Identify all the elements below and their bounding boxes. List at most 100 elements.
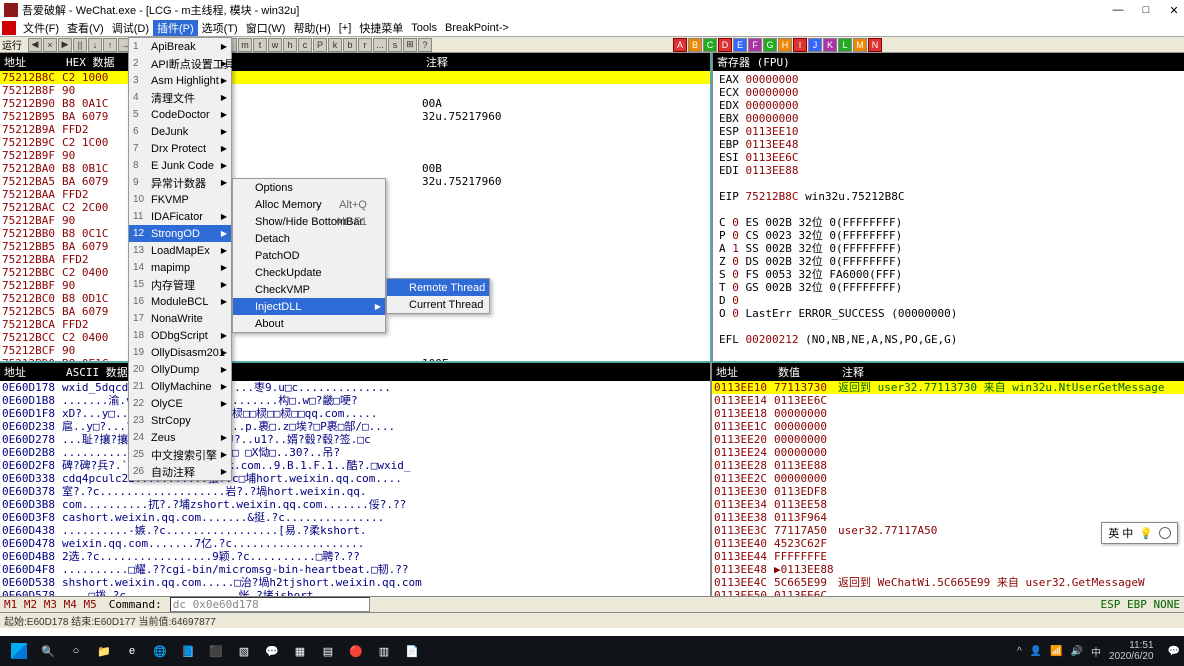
menu-item[interactable]: 23StrCopy	[129, 412, 231, 429]
disasm-row[interactable]: 75212B9C C2 1C00	[0, 136, 710, 149]
gear-icon[interactable]	[1159, 527, 1171, 539]
command-input[interactable]	[170, 597, 370, 612]
stack-row[interactable]: 0113EE4C5C665E99返回到 WeChatWi.5C665E99 来自…	[712, 576, 1184, 589]
toolbar-btn-1[interactable]: ×	[43, 38, 57, 52]
disasm-row[interactable]: 75212BA0 B8 0B1C00B	[0, 162, 710, 175]
toolbar-btn-24[interactable]: s	[388, 38, 402, 52]
toolbar-rbtn-11[interactable]: L	[838, 38, 852, 52]
disasm-row[interactable]: 75212B8C C2 1000	[0, 71, 710, 84]
dump-row[interactable]: 0E60D3B8com..........扤?.?埔zshort.weixin.…	[0, 498, 710, 511]
toolbar-btn-22[interactable]: r	[358, 38, 372, 52]
disasm-row[interactable]: 75212B9A FFD2	[0, 123, 710, 136]
menu-view[interactable]: 查看(V)	[63, 20, 108, 36]
toolbar-rbtn-10[interactable]: K	[823, 38, 837, 52]
stack-row[interactable]: 0113EE44FFFFFFFE	[712, 550, 1184, 563]
menu-item[interactable]: 12StrongOD▶	[129, 225, 231, 242]
notifications-icon[interactable]: 💬	[1168, 646, 1180, 657]
stack-row[interactable]: 0113EE1800000000	[712, 407, 1184, 420]
stack-row[interactable]: 0113EE340113EE58	[712, 498, 1184, 511]
toolbar-btn-16[interactable]: w	[268, 38, 282, 52]
menu-item[interactable]: 4清理文件▶	[129, 89, 231, 106]
toolbar-btn-3[interactable]: ||	[73, 38, 87, 52]
stack-row[interactable]: 0113EE2400000000	[712, 446, 1184, 459]
menu-item[interactable]: CheckVMP	[233, 281, 385, 298]
menu-item[interactable]: About	[233, 315, 385, 332]
tray-up-icon[interactable]: ^	[1017, 646, 1022, 657]
taskbar-app2[interactable]: ⬛	[202, 637, 230, 665]
toolbar-rbtn-0[interactable]: A	[673, 38, 687, 52]
dump-row[interactable]: 0E60D2F8碑?碑?兵?.`□?舰□□舰□□舰□□□ok.com..9.B.…	[0, 459, 710, 472]
menu-options[interactable]: 选项(T)	[198, 20, 242, 36]
menu-item[interactable]: 7Drx Protect▶	[129, 140, 231, 157]
dump-row[interactable]: 0E60D278...耻?攘?攘?黍□.[□埔H? 潜□PJ?..u1?..婿?…	[0, 433, 710, 446]
stack-row[interactable]: 0113EE2000000000	[712, 433, 1184, 446]
toolbar-rbtn-7[interactable]: H	[778, 38, 792, 52]
menu-item[interactable]: 17NonaWrite	[129, 310, 231, 327]
menu-item[interactable]: Current Thread	[387, 296, 489, 313]
menu-item[interactable]: 9异常计数器▶	[129, 174, 231, 191]
menu-item[interactable]: 21OllyMachine▶	[129, 378, 231, 395]
toolbar-btn-14[interactable]: m	[238, 38, 252, 52]
taskbar-app3[interactable]: ▦	[286, 637, 314, 665]
toolbar-rbtn-13[interactable]: N	[868, 38, 882, 52]
toolbar-btn-4[interactable]: ↓	[88, 38, 102, 52]
toolbar-btn-5[interactable]: ↑	[103, 38, 117, 52]
toolbar-rbtn-1[interactable]: B	[688, 38, 702, 52]
menu-plugins[interactable]: 插件(P)	[153, 20, 198, 36]
toolbar-rbtn-6[interactable]: G	[763, 38, 777, 52]
taskbar-explorer[interactable]: 📁	[90, 637, 118, 665]
menu-item[interactable]: Options	[233, 179, 385, 196]
dump-row[interactable]: 0E60D578....□拨.?c.................怅.?堵js…	[0, 589, 710, 596]
menu-item[interactable]: CheckUpdate	[233, 264, 385, 281]
tray-ime[interactable]: 中	[1091, 644, 1101, 659]
menu-item[interactable]: 25中文搜索引擎▶	[129, 446, 231, 463]
menu-item[interactable]: 8E Junk Code▶	[129, 157, 231, 174]
toolbar-btn-21[interactable]: b	[343, 38, 357, 52]
menu-item[interactable]: InjectDLL▶	[233, 298, 385, 315]
taskbar-app7[interactable]: 📄	[398, 637, 426, 665]
menu-item[interactable]: 13LoadMapEx▶	[129, 242, 231, 259]
menu-item[interactable]: Show/Hide BottomBarAlt+F1	[233, 213, 385, 230]
close-button[interactable]: ✕	[1168, 4, 1180, 17]
dump-row[interactable]: 0E60D178wxid_5dqcdq4pculc22..........枣9.…	[0, 381, 710, 394]
dump-body[interactable]: 0E60D178wxid_5dqcdq4pculc22..........枣9.…	[0, 381, 710, 596]
stack-row[interactable]: 0113EE280113EE88	[712, 459, 1184, 472]
taskbar-edge[interactable]: e	[118, 637, 146, 665]
ime-indicator[interactable]: 英 中 💡	[1101, 522, 1178, 544]
disasm-row[interactable]: 75212BCF 90	[0, 344, 710, 357]
dump-row[interactable]: 0E60D238扈..y□?...?J]hG? ?..........p.裹□.…	[0, 420, 710, 433]
disasm-row[interactable]: 75212B8F 90	[0, 84, 710, 97]
menu-window[interactable]: 窗口(W)	[242, 20, 290, 36]
start-button[interactable]	[4, 636, 34, 666]
menu-item[interactable]: 10FKVMP	[129, 191, 231, 208]
dump-row[interactable]: 0E60D4F8..........□耀.??cgi-bin/micromsg-…	[0, 563, 710, 576]
disasm-row[interactable]: 75212BD0 B8 0E1C100E	[0, 357, 710, 361]
menu-plus[interactable]: [+]	[335, 22, 356, 34]
toolbar-rbtn-9[interactable]: J	[808, 38, 822, 52]
taskbar-wechat[interactable]: 💬	[258, 637, 286, 665]
menu-file[interactable]: 文件(F)	[19, 20, 63, 36]
toolbar-btn-20[interactable]: k	[328, 38, 342, 52]
toolbar-btn-2[interactable]: ▶	[58, 38, 72, 52]
toolbar-rbtn-2[interactable]: C	[703, 38, 717, 52]
toolbar-btn-18[interactable]: c	[298, 38, 312, 52]
dump-row[interactable]: 0E60D2B8.....................?.□撵□ □X恸□.…	[0, 446, 710, 459]
dump-row[interactable]: 0E60D3F8cashort.weixin.qq.com.......&挺.?…	[0, 511, 710, 524]
dump-row[interactable]: 0E60D538shshort.weixin.qq.com.....□治?堝h2…	[0, 576, 710, 589]
taskbar-app5[interactable]: 🔴	[342, 637, 370, 665]
menu-item[interactable]: 14mapimp▶	[129, 259, 231, 276]
menu-item[interactable]: Detach	[233, 230, 385, 247]
toolbar-btn-0[interactable]: ◀	[28, 38, 42, 52]
menu-item[interactable]: 18ODbgScript▶	[129, 327, 231, 344]
stack-row[interactable]: 0113EE48▶0113EE88	[712, 563, 1184, 576]
stack-row[interactable]: 0113EE300113EDF8	[712, 485, 1184, 498]
stack-row[interactable]: 0113EE1C00000000	[712, 420, 1184, 433]
dump-row[interactable]: 0E60D1F8xD?...y□..pv?tv?tv?绳..x□?棂□□棂□□棂…	[0, 407, 710, 420]
dump-row[interactable]: 0E60D378室?.?c...................岩?.?堝hor…	[0, 485, 710, 498]
toolbar-rbtn-5[interactable]: F	[748, 38, 762, 52]
taskbar-app1[interactable]: 📘	[174, 637, 202, 665]
toolbar-btn-23[interactable]: ...	[373, 38, 387, 52]
toolbar-btn-17[interactable]: h	[283, 38, 297, 52]
tray-people-icon[interactable]: 👤	[1030, 646, 1042, 657]
taskbar-app4[interactable]: ▤	[314, 637, 342, 665]
